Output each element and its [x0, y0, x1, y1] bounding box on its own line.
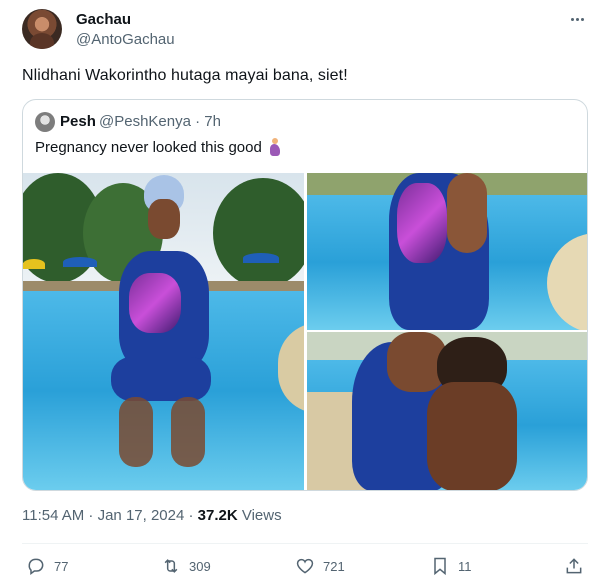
- retweet-count: 309: [189, 558, 211, 574]
- pregnant-woman-icon: [268, 138, 282, 156]
- quoted-tweet-text: Pregnancy never looked this good: [35, 138, 262, 156]
- media-photo-1[interactable]: [23, 173, 304, 490]
- more-options-icon[interactable]: [566, 10, 588, 28]
- share-button[interactable]: [564, 556, 584, 576]
- like-count: 721: [323, 558, 345, 574]
- retweet-button[interactable]: 309: [161, 556, 211, 576]
- bookmark-count: 11: [458, 558, 472, 574]
- reply-icon: [28, 558, 44, 575]
- tweet-meta: 11:54 AM · Jan 17, 2024 · 37.2K Views: [22, 507, 282, 524]
- tweet-timestamp[interactable]: 11:54 AM · Jan 17, 2024 ·: [22, 507, 198, 524]
- share-icon: [566, 558, 582, 574]
- heart-icon: [296, 558, 314, 574]
- quoted-author-avatar: [35, 112, 55, 132]
- quoted-tweet-time: · 7h: [195, 113, 221, 130]
- tweet-text: Nlidhani Wakorintho hutaga mayai bana, s…: [22, 67, 348, 84]
- quoted-tweet-card[interactable]: Pesh @PeshKenya · 7h Pregnancy never loo…: [22, 99, 588, 491]
- quoted-author-display-name: Pesh: [60, 113, 96, 130]
- reply-button[interactable]: 77: [26, 556, 68, 576]
- reply-count: 77: [54, 558, 69, 574]
- media-photo-2[interactable]: [307, 173, 587, 330]
- quoted-author-handle-time: @PeshKenya · 7h: [99, 113, 221, 130]
- views-label: Views: [237, 507, 282, 524]
- retweet-icon: [164, 559, 178, 573]
- views-count: 37.2K: [197, 507, 238, 524]
- quoted-tweet-text-row: Pregnancy never looked this good: [35, 138, 282, 156]
- author-display-name[interactable]: Gachau: [76, 11, 131, 28]
- like-button[interactable]: 721: [295, 556, 345, 576]
- author-handle[interactable]: @AntoGachau: [76, 31, 175, 48]
- author-avatar[interactable]: [22, 9, 62, 49]
- bookmark-button[interactable]: 11: [430, 556, 472, 576]
- quoted-author-handle: @PeshKenya: [99, 113, 191, 130]
- tweet: Gachau @AntoGachau Nlidhani Wakorintho h…: [0, 0, 610, 584]
- media-photo-3[interactable]: [307, 332, 587, 490]
- divider: [22, 543, 588, 544]
- bookmark-icon: [434, 557, 446, 576]
